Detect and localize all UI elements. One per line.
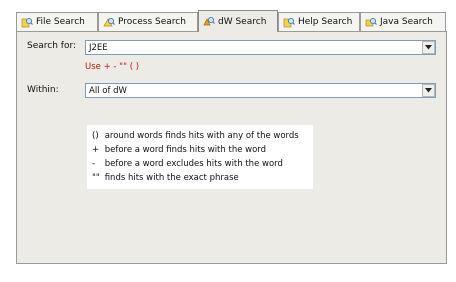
within-value[interactable]: All of dW bbox=[86, 86, 422, 96]
tab-process-search[interactable]: Process Search bbox=[98, 12, 198, 31]
tab-label: Process Search bbox=[118, 17, 186, 27]
tab-label: File Search bbox=[36, 17, 85, 27]
chevron-down-icon bbox=[425, 88, 432, 93]
dw-search-panel: Search for: J2EE Use + - "" ( ) Within: … bbox=[16, 31, 447, 264]
tab-strip: File Search Process Search dW Search Hel… bbox=[16, 10, 448, 32]
help-line: () around words finds hits with any of t… bbox=[92, 129, 308, 143]
tab-label: dW Search bbox=[218, 16, 267, 27]
search-for-dropdown-button[interactable] bbox=[422, 41, 435, 54]
help-symbol: - bbox=[92, 159, 96, 169]
tab-dw-search[interactable]: dW Search bbox=[198, 10, 278, 32]
search-for-combo[interactable]: J2EE bbox=[85, 40, 436, 55]
chevron-down-icon bbox=[425, 45, 432, 50]
search-help-box: () around words finds hits with any of t… bbox=[87, 125, 313, 189]
help-text: before a word excludes hits with the wor… bbox=[104, 159, 283, 169]
within-dropdown-button[interactable] bbox=[422, 84, 435, 97]
help-symbol: + bbox=[92, 145, 100, 155]
file-search-icon bbox=[21, 17, 33, 27]
tab-help-search[interactable]: Help Search bbox=[278, 12, 360, 31]
search-for-label: Search for: bbox=[27, 41, 77, 51]
search-syntax-hint: Use + - "" ( ) bbox=[85, 62, 140, 72]
search-for-value[interactable]: J2EE bbox=[86, 43, 422, 53]
dw-search-icon bbox=[203, 16, 215, 26]
help-text: before a word finds hits with the word bbox=[104, 145, 267, 155]
help-symbol: () bbox=[92, 131, 99, 141]
tab-label: Help Search bbox=[298, 17, 353, 27]
help-text: finds hits with the exact phrase bbox=[104, 173, 239, 183]
java-search-icon bbox=[365, 17, 377, 26]
help-search-icon bbox=[283, 17, 295, 27]
help-text: around words finds hits with any of the … bbox=[104, 131, 299, 141]
help-line: "" finds hits with the exact phrase bbox=[92, 171, 308, 185]
help-symbol: "" bbox=[92, 173, 100, 183]
tab-file-search[interactable]: File Search bbox=[16, 12, 98, 31]
tab-label: Java Search bbox=[380, 17, 433, 27]
within-combo[interactable]: All of dW bbox=[85, 83, 436, 98]
process-search-icon bbox=[103, 17, 115, 26]
within-label: Within: bbox=[27, 85, 59, 95]
tab-java-search[interactable]: Java Search bbox=[360, 12, 446, 31]
help-line: + before a word finds hits with the word bbox=[92, 143, 308, 157]
help-line: - before a word excludes hits with the w… bbox=[92, 157, 308, 171]
